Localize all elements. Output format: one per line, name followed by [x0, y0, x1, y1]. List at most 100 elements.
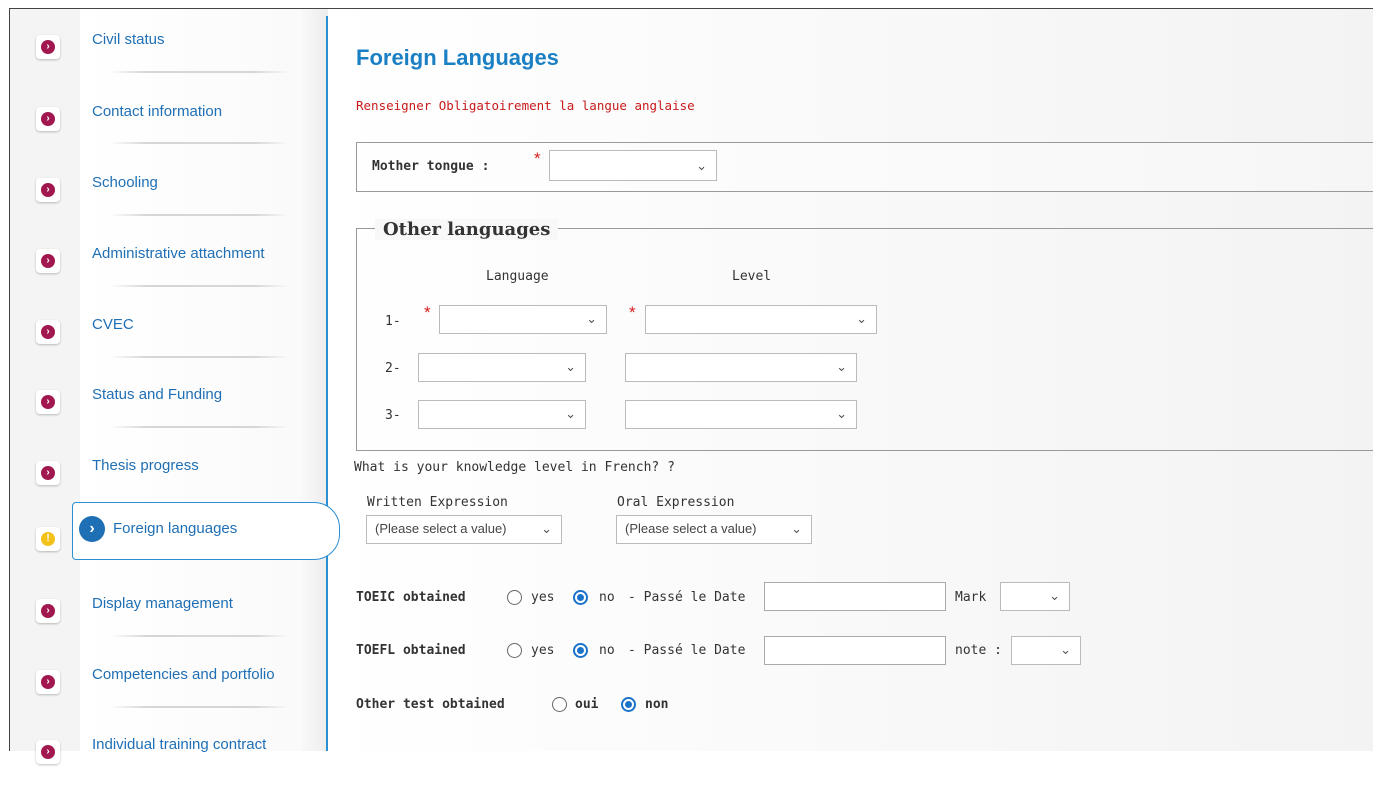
- chevron-right-icon: ›: [36, 740, 60, 764]
- toeic-mark-select[interactable]: ⌄: [1000, 582, 1070, 611]
- toeic-no-radio[interactable]: [573, 590, 588, 605]
- french-question: What is your knowledge level in French? …: [354, 460, 675, 475]
- chevron-right-icon: ›: [36, 670, 60, 694]
- sidebar-item-label: CVEC: [92, 316, 134, 333]
- sidebar-item-label: Schooling: [92, 174, 158, 191]
- chevron-down-icon: ⌄: [791, 521, 802, 536]
- other-test-yes-label: oui: [575, 697, 599, 712]
- page-title: Foreign Languages: [356, 45, 559, 70]
- sidebar-item-label: Foreign languages: [113, 520, 238, 537]
- required-marker: *: [629, 303, 636, 322]
- chevron-down-icon: ⌄: [565, 406, 576, 421]
- chevron-right-icon: ›: [36, 461, 60, 485]
- sidebar-item-label: Status and Funding: [92, 386, 223, 403]
- toefl-yes-label: yes: [531, 643, 555, 658]
- sidebar-item-schooling[interactable]: › Schooling: [10, 162, 328, 232]
- sidebar: › Civil status › Contact information › S…: [10, 9, 328, 764]
- toefl-date-label: - Passé le Date: [628, 643, 746, 658]
- level-select-2[interactable]: ⌄: [625, 353, 857, 382]
- language-select-1[interactable]: ⌄: [439, 305, 607, 334]
- toeic-mark-label: Mark: [955, 590, 987, 605]
- language-select-2[interactable]: ⌄: [418, 353, 586, 382]
- other-test-no-radio[interactable]: [621, 697, 636, 712]
- sidebar-item-civil-status[interactable]: › Civil status: [10, 19, 328, 89]
- chevron-down-icon: ⌄: [836, 359, 847, 374]
- column-header-level: Level: [732, 269, 772, 284]
- toefl-date-input[interactable]: [764, 636, 946, 665]
- main-content: Foreign Languages Renseigner Obligatoire…: [329, 9, 1373, 751]
- sidebar-item-cvec[interactable]: › CVEC: [10, 304, 328, 374]
- chevron-right-icon: ›: [36, 320, 60, 344]
- sidebar-divider: [326, 16, 328, 751]
- sidebar-item-administrative-attachment[interactable]: › Administrative attachment: [10, 233, 328, 303]
- other-test-label: Other test obtained: [356, 697, 505, 712]
- column-header-language: Language: [486, 269, 549, 284]
- chevron-down-icon: ⌄: [1060, 642, 1071, 657]
- sidebar-item-label: Administrative attachment: [92, 245, 265, 262]
- required-marker: *: [424, 303, 431, 322]
- chevron-right-icon: ›: [36, 249, 60, 273]
- toefl-mark-label: note :: [955, 643, 1002, 658]
- chevron-down-icon: ⌄: [856, 311, 867, 326]
- divider: [110, 142, 290, 144]
- sidebar-item-label: Individual training contract: [92, 736, 267, 753]
- chevron-down-icon: ⌄: [541, 521, 552, 536]
- divider: [110, 214, 290, 216]
- level-select-3[interactable]: ⌄: [625, 400, 857, 429]
- sidebar-item-label: Display management: [92, 595, 233, 612]
- other-test-no-label: non: [645, 697, 669, 712]
- row-index: 3-: [385, 408, 401, 423]
- chevron-down-icon: ⌄: [586, 311, 597, 326]
- chevron-down-icon: ⌄: [1049, 588, 1060, 603]
- other-languages-legend: Other languages: [375, 219, 559, 240]
- sidebar-item-contact-information[interactable]: › Contact information: [10, 91, 328, 161]
- sidebar-item-status-and-funding[interactable]: › Status and Funding: [10, 374, 328, 444]
- sidebar-item-individual-training-contract[interactable]: › Individual training contract: [10, 724, 328, 794]
- toefl-yes-radio[interactable]: [507, 643, 522, 658]
- toeic-date-label: - Passé le Date: [628, 590, 746, 605]
- chevron-right-icon: ›: [36, 107, 60, 131]
- exclamation-icon: !: [36, 527, 60, 551]
- toefl-no-label: no: [599, 643, 615, 658]
- chevron-right-icon: ›: [36, 178, 60, 202]
- written-expression-label: Written Expression: [367, 495, 508, 510]
- mother-tongue-select[interactable]: ⌄: [549, 150, 717, 181]
- toeic-label: TOEIC obtained: [356, 590, 466, 605]
- chevron-right-icon: ›: [36, 599, 60, 623]
- chevron-right-icon: ›: [36, 35, 60, 59]
- divider: [110, 285, 290, 287]
- toefl-mark-select[interactable]: ⌄: [1011, 636, 1081, 665]
- other-test-yes-radio[interactable]: [552, 697, 567, 712]
- toefl-no-radio[interactable]: [573, 643, 588, 658]
- chevron-down-icon: ⌄: [565, 359, 576, 374]
- sidebar-item-competencies-and-portfolio[interactable]: › Competencies and portfolio: [10, 654, 328, 724]
- level-select-1[interactable]: ⌄: [645, 305, 877, 334]
- toeic-date-input[interactable]: [764, 582, 946, 611]
- toeic-yes-radio[interactable]: [507, 590, 522, 605]
- written-expression-select[interactable]: (Please select a value) ⌄: [366, 515, 562, 544]
- chevron-down-icon: ⌄: [696, 158, 707, 173]
- chevron-down-icon: ⌄: [836, 406, 847, 421]
- arrow-right-icon: ›: [79, 516, 105, 542]
- oral-expression-label: Oral Expression: [617, 495, 735, 510]
- sidebar-item-label: Thesis progress: [92, 457, 199, 474]
- row-index: 2-: [385, 361, 401, 376]
- divider: [110, 426, 290, 428]
- row-index: 1-: [385, 314, 401, 329]
- mother-tongue-label: Mother tongue :: [372, 159, 490, 174]
- mother-tongue-box: Mother tongue : * ⌄: [356, 142, 1373, 192]
- sidebar-item-label: Competencies and portfolio: [92, 666, 275, 683]
- divider: [110, 356, 290, 358]
- toeic-yes-label: yes: [531, 590, 555, 605]
- language-select-3[interactable]: ⌄: [418, 400, 586, 429]
- toefl-label: TOEFL obtained: [356, 643, 466, 658]
- oral-expression-select[interactable]: (Please select a value) ⌄: [616, 515, 812, 544]
- divider: [110, 635, 290, 637]
- chevron-right-icon: ›: [36, 390, 60, 414]
- divider: [110, 71, 290, 73]
- sidebar-item-foreign-languages[interactable]: › Foreign languages: [72, 502, 340, 560]
- sidebar-item-display-management[interactable]: › Display management: [10, 583, 328, 653]
- sidebar-item-label: Contact information: [92, 103, 223, 120]
- required-marker: *: [534, 149, 541, 168]
- warning-message: Renseigner Obligatoirement la langue ang…: [356, 98, 695, 113]
